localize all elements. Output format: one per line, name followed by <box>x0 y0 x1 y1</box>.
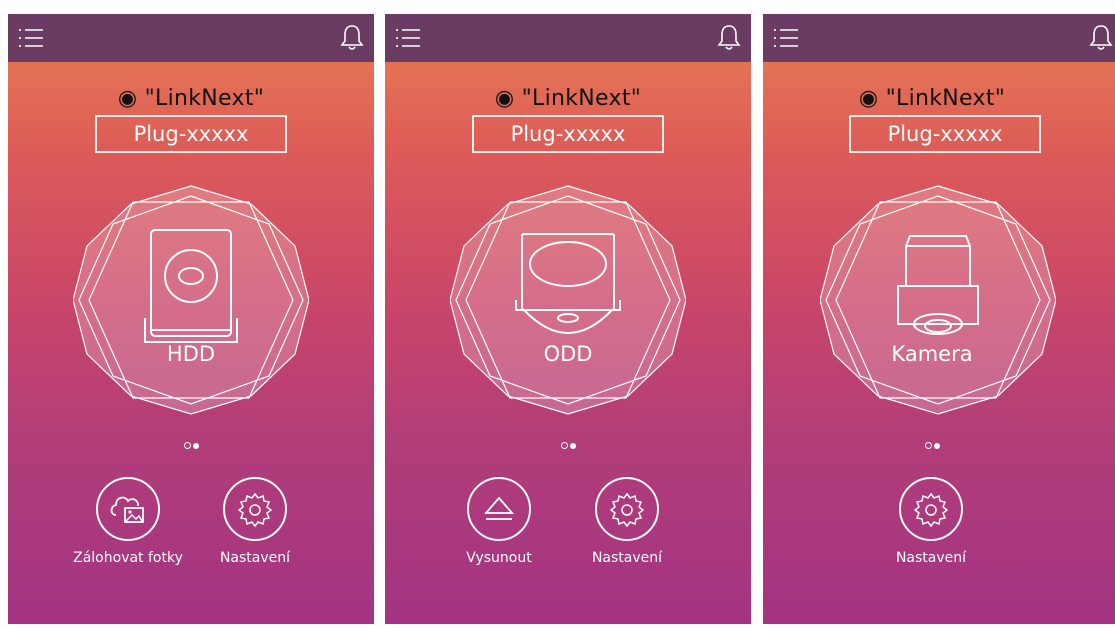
backup-photos-label: Zálohovat fotky <box>73 550 183 566</box>
eject-icon <box>484 496 514 520</box>
menu-icon[interactable] <box>18 28 44 48</box>
gear-icon <box>913 492 949 528</box>
page-dot-inactive[interactable] <box>183 442 191 449</box>
top-app-bar <box>385 14 751 62</box>
plug-id-box[interactable]: Plug-xxxxx <box>472 115 664 153</box>
phone-screen-hdd: ◉ "LinkNext" Plug-xxxxx HDD Zálohovat fo… <box>8 14 374 624</box>
settings-button[interactable]: Nastavení <box>567 477 687 566</box>
phone-screen-camera: ◉ "LinkNext" Plug-xxxxx Kamera Nastavení <box>763 14 1115 624</box>
device-emblem[interactable] <box>820 182 1056 418</box>
menu-icon[interactable] <box>773 28 799 48</box>
device-name: ◉ "LinkNext" <box>858 86 1006 111</box>
plug-id-box[interactable]: Plug-xxxxx <box>849 115 1041 153</box>
page-dot-active[interactable] <box>192 443 199 449</box>
page-indicator[interactable] <box>385 434 751 453</box>
backup-photos-circle[interactable] <box>96 477 160 541</box>
device-type-label: ODD <box>543 342 593 366</box>
device-name: ◉ "LinkNext" <box>494 86 642 111</box>
eject-circle[interactable] <box>467 477 531 541</box>
settings-label: Nastavení <box>219 550 291 566</box>
settings-button[interactable]: Nastavení <box>195 477 315 566</box>
page-indicator[interactable] <box>763 434 1115 453</box>
page-dot-inactive[interactable] <box>560 442 568 449</box>
device-name: ◉ "LinkNext" <box>117 86 265 111</box>
phone-screen-odd: ◉ "LinkNext" Plug-xxxxx ODD Vysunout Nas… <box>385 14 751 624</box>
eject-button[interactable]: Vysunout <box>439 477 559 566</box>
page-indicator[interactable] <box>8 434 374 453</box>
gear-icon <box>609 492 645 528</box>
device-type-label: HDD <box>166 342 216 366</box>
device-type-label: Kamera <box>891 342 973 366</box>
eject-label: Vysunout <box>466 550 532 566</box>
settings-button[interactable]: Nastavení <box>871 477 991 566</box>
settings-circle[interactable] <box>899 477 963 541</box>
page-dot-active[interactable] <box>933 443 940 449</box>
notification-bell-icon[interactable] <box>717 23 741 51</box>
menu-icon[interactable] <box>395 28 421 48</box>
gear-icon <box>237 492 273 528</box>
photo-backup-icon <box>110 496 144 523</box>
plug-id-box[interactable]: Plug-xxxxx <box>95 115 287 153</box>
top-app-bar <box>763 14 1115 62</box>
notification-bell-icon[interactable] <box>340 23 364 51</box>
settings-label: Nastavení <box>895 550 967 566</box>
top-app-bar <box>8 14 374 62</box>
device-emblem[interactable] <box>450 182 686 418</box>
page-dot-inactive[interactable] <box>924 442 932 449</box>
settings-label: Nastavení <box>591 550 663 566</box>
settings-circle[interactable] <box>595 477 659 541</box>
page-dot-active[interactable] <box>569 443 576 449</box>
device-emblem[interactable] <box>73 182 309 418</box>
notification-bell-icon[interactable] <box>1089 23 1113 51</box>
backup-photos-button[interactable]: Zálohovat fotky <box>68 477 188 566</box>
settings-circle[interactable] <box>223 477 287 541</box>
